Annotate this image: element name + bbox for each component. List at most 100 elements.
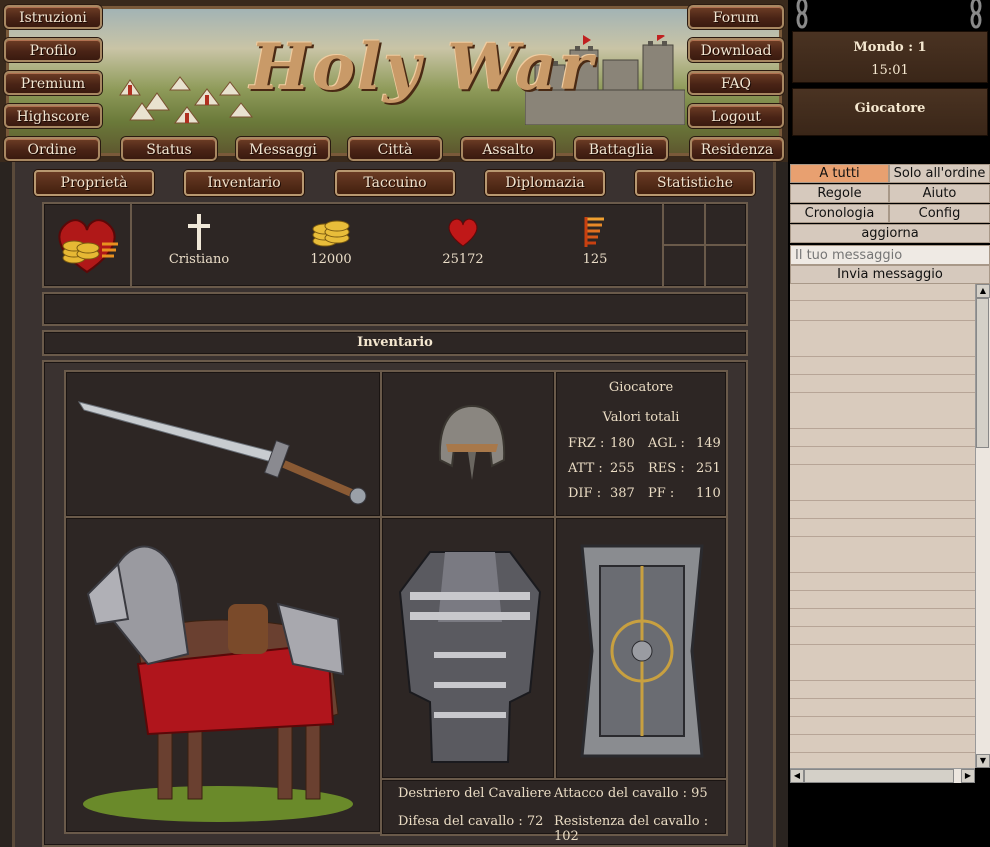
stat-pf-label: PF :: [648, 486, 675, 501]
subtab-inventario[interactable]: Inventario: [184, 170, 304, 196]
tab-messaggi[interactable]: Messaggi: [236, 137, 330, 161]
weapon-slot[interactable]: [64, 370, 382, 518]
chat-row: [790, 464, 976, 465]
level-bars-icon: [584, 217, 604, 247]
tab-citta[interactable]: Città: [348, 137, 442, 161]
nav-profilo-button[interactable]: Profilo: [4, 38, 102, 62]
chat-row: [790, 626, 976, 627]
helmet-slot[interactable]: [380, 370, 556, 518]
inventory-panel: Giocatore Valori totali FRZ : 180 AGL : …: [42, 360, 748, 847]
chat-row: [790, 590, 976, 591]
rules-link[interactable]: Regole: [790, 184, 889, 203]
gold-stat: 12000: [286, 212, 376, 267]
tab-status[interactable]: Status: [121, 137, 217, 161]
religion-stat: Cristiano: [154, 212, 244, 267]
config-link[interactable]: Config: [889, 204, 990, 223]
subtab-statistiche[interactable]: Statistiche: [635, 170, 755, 196]
chat-horizontal-scrollbar[interactable]: ◀ ▶: [790, 768, 975, 783]
nav-istruzioni-button[interactable]: Istruzioni: [4, 5, 102, 29]
chat-row: [790, 300, 976, 301]
gold-coins-icon: [312, 220, 350, 247]
chat-row: [790, 716, 976, 717]
nav-faq-button[interactable]: FAQ: [688, 71, 784, 95]
player-name: Giocatore: [792, 88, 988, 136]
chat-row: [790, 356, 976, 357]
stat-pf-value: 110: [696, 486, 721, 501]
subtab-proprieta[interactable]: Proprietà: [34, 170, 154, 196]
nav-forum-button[interactable]: Forum: [688, 5, 784, 29]
scroll-thumb[interactable]: [976, 298, 989, 448]
chat-row: [790, 374, 976, 375]
chat-row: [790, 698, 976, 699]
world-label: Mondo : 1: [853, 40, 927, 55]
hscroll-thumb[interactable]: [804, 769, 954, 783]
chat-row: [790, 572, 976, 573]
chat-row: [790, 428, 976, 429]
chat-tab-all[interactable]: A tutti: [790, 164, 889, 183]
stat-res-label: RES :: [648, 461, 685, 476]
level-stat: 125: [550, 212, 640, 267]
tab-battaglia[interactable]: Battaglia: [574, 137, 668, 161]
nav-download-button[interactable]: Download: [688, 38, 784, 62]
stat-dif-value: 387: [610, 486, 635, 501]
sword-icon: [77, 401, 367, 505]
totals-subheader: Valori totali: [602, 410, 680, 425]
heart-icon: [448, 218, 478, 247]
info-bar: [42, 292, 748, 326]
scroll-down-arrow-icon[interactable]: ▼: [976, 754, 990, 768]
stat-frz-value: 180: [610, 436, 635, 451]
help-link[interactable]: Aiuto: [889, 184, 990, 203]
section-title: Inventario: [357, 335, 433, 350]
stat-att-label: ATT :: [568, 461, 603, 476]
scroll-right-arrow-icon[interactable]: ▶: [961, 769, 975, 783]
subtab-taccuino[interactable]: Taccuino: [335, 170, 455, 196]
history-link[interactable]: Cronologia: [790, 204, 889, 223]
subtab-diplomazia[interactable]: Diplomazia: [485, 170, 605, 196]
level-value: 125: [582, 252, 608, 267]
horse-resistance: Resistenza del cavallo : 102: [554, 814, 709, 844]
horse-defense: Difesa del cavallo : 72: [398, 814, 544, 829]
horse-name: Destriero del Cavaliere: [398, 786, 552, 801]
chat-vertical-scrollbar[interactable]: ▲ ▼: [975, 284, 990, 768]
helmet-icon: [438, 404, 506, 480]
stat-agl-value: 149: [696, 436, 721, 451]
chat-row: [790, 536, 976, 537]
nav-logout-button[interactable]: Logout: [688, 104, 784, 128]
shield-slot[interactable]: [554, 516, 728, 780]
nav-highscore-button[interactable]: Highscore: [4, 104, 102, 128]
send-message-button[interactable]: Invia messaggio: [790, 265, 990, 284]
chat-row: [790, 320, 976, 321]
horse-slot[interactable]: [64, 516, 382, 834]
stat-att-value: 255: [610, 461, 635, 476]
stat-frz-label: FRZ :: [568, 436, 605, 451]
nav-premium-button[interactable]: Premium: [4, 71, 102, 95]
plate-armor-icon: [398, 551, 542, 763]
stat-agl-label: AGL :: [648, 436, 685, 451]
stat-dif-label: DIF :: [568, 486, 602, 501]
totals-header: Giocatore: [608, 380, 674, 395]
refresh-button[interactable]: aggiorna: [790, 224, 990, 243]
horse-info: Destriero del Cavaliere Attacco del cava…: [380, 778, 728, 844]
cross-icon: [188, 214, 210, 250]
heart-coins-icon: [58, 219, 118, 274]
chat-row: [790, 518, 976, 519]
message-input[interactable]: [790, 245, 990, 265]
scroll-up-arrow-icon[interactable]: ▲: [976, 284, 990, 298]
chat-row: [790, 644, 976, 645]
armored-horse-icon: [83, 545, 353, 822]
horse-attack: Attacco del cavallo : 95: [554, 786, 708, 801]
chat-row: [790, 734, 976, 735]
scroll-left-arrow-icon[interactable]: ◀: [790, 769, 804, 783]
tab-residenza[interactable]: Residenza: [690, 137, 784, 161]
religion-value: Cristiano: [168, 252, 230, 267]
divider: [662, 244, 746, 246]
tab-ordine[interactable]: Ordine: [4, 137, 100, 161]
shield-icon: [580, 544, 704, 758]
chat-log: [790, 284, 976, 768]
tab-assalto[interactable]: Assalto: [461, 137, 555, 161]
armor-slot[interactable]: [380, 516, 556, 780]
health-value: 25172: [442, 252, 484, 267]
totals-panel: Giocatore Valori totali FRZ : 180 AGL : …: [554, 370, 728, 518]
stat-res-value: 251: [696, 461, 721, 476]
chat-tab-order[interactable]: Solo all'ordine: [889, 164, 990, 183]
